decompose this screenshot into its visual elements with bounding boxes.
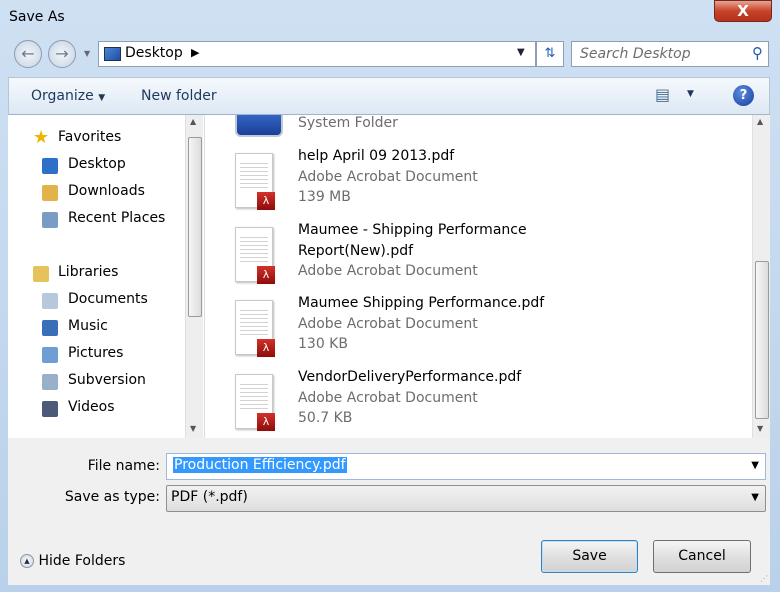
navigation-scrollbar[interactable]: ▲ ▼ xyxy=(185,115,203,438)
videos-icon xyxy=(42,401,58,417)
back-button[interactable]: ← xyxy=(14,40,42,68)
refresh-button[interactable]: ⇅ xyxy=(536,41,564,67)
sidebar-item-pictures[interactable]: Pictures xyxy=(68,345,123,361)
resize-grip-icon[interactable]: ⋰ xyxy=(760,574,768,583)
file-name: help April 09 2013.pdf xyxy=(298,148,455,164)
pdf-thumbnail-icon: λ xyxy=(235,300,275,357)
save-as-type-value: PDF (*.pdf) xyxy=(171,489,248,505)
pdf-thumbnail-icon: λ xyxy=(235,227,275,284)
file-name-value[interactable]: Production Efficiency.pdf xyxy=(173,457,347,473)
pdf-thumbnail-icon: λ xyxy=(235,374,275,431)
star-icon: ★ xyxy=(33,127,50,148)
acrobat-icon: λ xyxy=(257,339,275,357)
sidebar-item-documents[interactable]: Documents xyxy=(68,291,148,307)
close-button[interactable]: X xyxy=(714,0,772,22)
file-name-dropdown-icon[interactable]: ▼ xyxy=(751,460,759,471)
hide-folders-label: Hide Folders xyxy=(38,553,126,569)
search-input[interactable]: Search Desktop ⚲ xyxy=(571,41,769,67)
file-name: Report(New).pdf xyxy=(298,242,414,259)
file-type: Adobe Acrobat Document xyxy=(298,168,478,185)
music-icon xyxy=(42,320,58,336)
computer-icon xyxy=(235,115,283,137)
file-size: 139 MB xyxy=(298,189,351,205)
sidebar-item-libraries[interactable]: Libraries xyxy=(58,264,118,280)
scroll-up-icon[interactable]: ▲ xyxy=(190,117,196,126)
command-bar: Organize ▼ New folder ▤ ▼ ? xyxy=(8,77,770,115)
save-button[interactable]: Save xyxy=(541,540,638,573)
file-type: Adobe Acrobat Document xyxy=(298,389,478,406)
breadcrumb-arrow-icon[interactable]: ▶ xyxy=(191,46,199,59)
window-title: Save As xyxy=(9,9,65,25)
navigation-pane: ★ Favorites Desktop Downloads Recent Places L… xyxy=(8,115,205,438)
search-icon[interactable]: ⚲ xyxy=(752,44,763,62)
forward-arrow-icon: → xyxy=(55,44,69,63)
file-list: System Folder λ help April 09 2013.pdf Ado… xyxy=(205,115,770,438)
file-type: Adobe Acrobat Document xyxy=(298,263,478,279)
page-preview xyxy=(240,307,268,335)
file-list-scrollbar[interactable]: ▲ ▼ xyxy=(752,115,770,438)
view-dropdown-icon[interactable]: ▼ xyxy=(687,89,694,99)
file-type: Adobe Acrobat Document xyxy=(298,315,478,332)
collapse-icon: ▲ xyxy=(20,554,34,568)
page-preview xyxy=(240,234,268,262)
chevron-down-icon: ▼ xyxy=(751,492,759,503)
scroll-down-icon[interactable]: ▼ xyxy=(190,424,196,433)
downloads-folder-icon xyxy=(42,185,58,201)
scroll-up-icon[interactable]: ▲ xyxy=(757,117,763,126)
scrollbar-thumb[interactable] xyxy=(755,261,769,419)
system-folder-type: System Folder xyxy=(298,115,398,131)
page-preview xyxy=(240,381,268,409)
sidebar-item-music[interactable]: Music xyxy=(68,318,108,334)
organize-button[interactable]: Organize ▼ xyxy=(31,88,105,104)
pictures-icon xyxy=(42,347,58,363)
save-as-type-select[interactable]: PDF (*.pdf) ▼ xyxy=(166,485,766,512)
file-name-input[interactable]: Production Efficiency.pdf ▼ xyxy=(166,453,766,480)
sidebar-item-subversion[interactable]: Subversion xyxy=(68,372,146,388)
back-arrow-icon: ← xyxy=(21,44,35,63)
acrobat-icon: λ xyxy=(257,413,275,431)
view-options-icon[interactable]: ▤ xyxy=(655,85,670,104)
libraries-icon xyxy=(33,266,49,282)
sidebar-item-videos[interactable]: Videos xyxy=(68,399,115,415)
desktop-icon xyxy=(42,158,58,174)
scroll-down-icon[interactable]: ▼ xyxy=(757,424,763,433)
scrollbar-thumb[interactable] xyxy=(188,137,202,317)
pdf-thumbnail-icon: λ xyxy=(235,153,275,210)
organize-label: Organize xyxy=(31,88,94,104)
file-size: 50.7 KB xyxy=(298,410,353,426)
sidebar-item-desktop[interactable]: Desktop xyxy=(68,156,126,172)
file-size: 130 KB xyxy=(298,336,348,352)
file-name: VendorDeliveryPerformance.pdf xyxy=(298,369,522,385)
cancel-button[interactable]: Cancel xyxy=(653,540,751,573)
search-placeholder: Search Desktop xyxy=(580,46,691,62)
file-name: Maumee Shipping Performance.pdf xyxy=(298,295,545,311)
sidebar-item-recent-places[interactable]: Recent Places xyxy=(68,210,165,226)
save-as-type-label: Save as type: xyxy=(64,489,160,505)
documents-icon xyxy=(42,293,58,309)
page-preview xyxy=(240,160,268,188)
address-dropdown-icon[interactable]: ▼ xyxy=(517,47,525,58)
file-name: Maumee - Shipping Performance xyxy=(298,222,527,238)
hide-folders-button[interactable]: ▲ Hide Folders xyxy=(20,553,125,569)
sidebar-item-downloads[interactable]: Downloads xyxy=(68,183,145,199)
acrobat-icon: λ xyxy=(257,192,275,210)
subversion-icon xyxy=(42,374,58,390)
new-folder-button[interactable]: New folder xyxy=(141,88,217,104)
refresh-icon: ⇅ xyxy=(544,46,556,61)
acrobat-icon: λ xyxy=(257,266,275,284)
help-button[interactable]: ? xyxy=(733,85,754,106)
address-location[interactable]: Desktop xyxy=(125,45,183,61)
file-name-label: File name: xyxy=(87,458,160,474)
chevron-down-icon: ▼ xyxy=(98,93,106,103)
desktop-icon xyxy=(104,47,121,61)
address-bar[interactable]: Desktop ▶ ▼ xyxy=(98,41,536,67)
forward-button[interactable]: → xyxy=(48,40,76,68)
recent-pages-dropdown[interactable]: ▼ xyxy=(84,49,90,58)
sidebar-item-favorites[interactable]: Favorites xyxy=(58,129,121,145)
recent-places-icon xyxy=(42,212,58,228)
